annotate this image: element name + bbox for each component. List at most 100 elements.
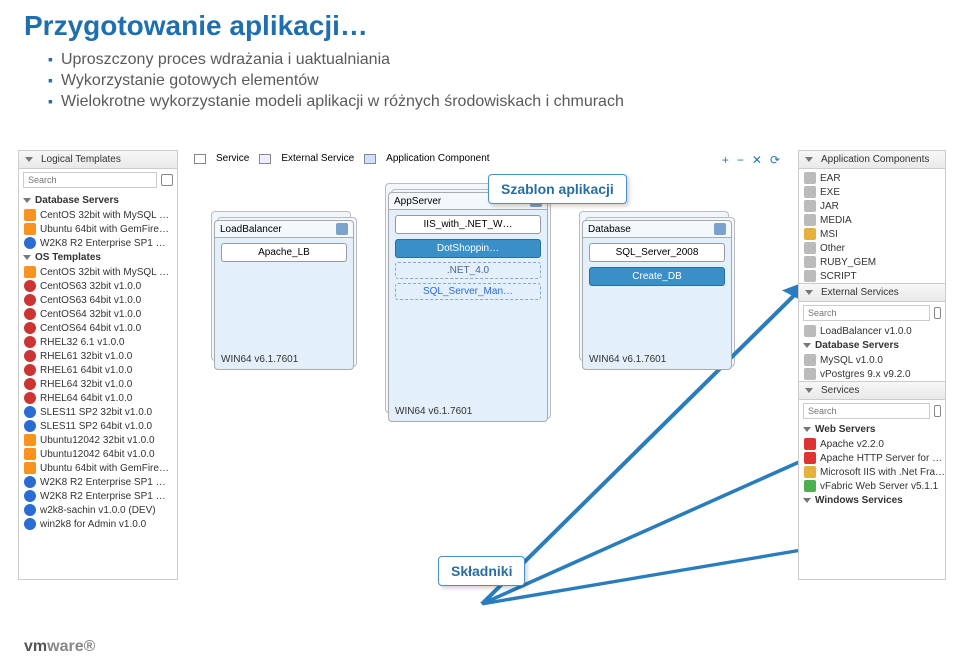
component-sqlman[interactable]: SQL_Server_Man… [395, 283, 541, 300]
panel-header-services[interactable]: Services [799, 381, 945, 400]
template-item[interactable]: W2K8 R2 Enterprise SP1 … [19, 475, 177, 489]
service-item[interactable]: LoadBalancer v1.0.0 [799, 324, 945, 338]
search-input[interactable] [803, 403, 930, 419]
service-item[interactable]: Microsoft IIS with .Net Fra… [799, 465, 945, 479]
service-sqlserver[interactable]: SQL_Server_2008 [589, 243, 725, 262]
chevron-down-icon [805, 157, 813, 162]
search-bar [19, 169, 177, 191]
chevron-down-icon [803, 498, 811, 503]
vm-title-label: AppServer [394, 196, 441, 207]
refresh-icon[interactable] [934, 405, 941, 417]
vm-appserver[interactable]: AppServer IIS_with_.NET_W… DotShoppin… .… [388, 192, 548, 422]
close-button[interactable]: ✕ [752, 153, 762, 167]
bullet-item: Wykorzystanie gotowych elementów [48, 72, 936, 90]
template-item[interactable]: SLES11 SP2 64bit v1.0.0 [19, 419, 177, 433]
component-item[interactable]: RUBY_GEM [799, 255, 945, 269]
search-input[interactable] [803, 305, 930, 321]
component-dotshopping[interactable]: DotShoppin… [395, 239, 541, 258]
chevron-down-icon [23, 198, 31, 203]
template-item[interactable]: CentOS63 64bit v1.0.0 [19, 293, 177, 307]
template-item[interactable]: SLES11 SP2 32bit v1.0.0 [19, 405, 177, 419]
template-item[interactable]: CentOS 32bit with MySQL … [19, 208, 177, 222]
component-item[interactable]: EXE [799, 185, 945, 199]
panel-header[interactable]: Logical Templates [19, 151, 177, 169]
template-item[interactable]: win2k8 for Admin v1.0.0 [19, 517, 177, 531]
vm-os-label: WIN64 v6.1.7601 [589, 354, 725, 365]
template-item[interactable]: RHEL64 64bit v1.0.0 [19, 391, 177, 405]
template-item[interactable]: W2K8 R2 Enterprise SP1 … [19, 489, 177, 503]
component-dotnet[interactable]: .NET_4.0 [395, 262, 541, 279]
vm-database[interactable]: Database SQL_Server_2008 Create_DB WIN64… [582, 220, 732, 370]
legend-swatch-external [259, 154, 271, 164]
chevron-down-icon [805, 290, 813, 295]
panel-header[interactable]: Application Components [799, 151, 945, 169]
vm-loadbalancer[interactable]: LoadBalancer Apache_LB WIN64 v6.1.7601 [214, 220, 354, 370]
service-iis[interactable]: IIS_with_.NET_W… [395, 215, 541, 234]
page-title: Przygotowanie aplikacji… [0, 0, 960, 46]
legend: Service External Service Application Com… [188, 150, 496, 167]
component-item[interactable]: MEDIA [799, 213, 945, 227]
component-item[interactable]: Other [799, 241, 945, 255]
section-web-servers[interactable]: Web Servers [799, 422, 945, 437]
legend-swatch-component [364, 154, 376, 164]
template-item[interactable]: CentOS63 32bit v1.0.0 [19, 279, 177, 293]
section-windows-services[interactable]: Windows Services [799, 493, 945, 508]
reset-button[interactable]: ⟳ [770, 153, 780, 167]
section-db-servers[interactable]: Database Servers [799, 338, 945, 353]
refresh-icon[interactable] [934, 307, 941, 319]
refresh-icon[interactable] [161, 174, 173, 186]
canvas-toolbar: + − ✕ ⟳ [722, 153, 780, 167]
template-item[interactable]: Ubuntu12042 32bit v1.0.0 [19, 433, 177, 447]
template-item[interactable]: Ubuntu12042 64bit v1.0.0 [19, 447, 177, 461]
vm-os-label: WIN64 v6.1.7601 [221, 354, 347, 365]
template-item[interactable]: W2K8 R2 Enterprise SP1 … [19, 236, 177, 250]
server-icon [714, 223, 726, 235]
template-item[interactable]: CentOS64 64bit v1.0.0 [19, 321, 177, 335]
panel-header-external[interactable]: External Services [799, 283, 945, 302]
service-item[interactable]: MySQL v1.0.0 [799, 353, 945, 367]
section-database-servers[interactable]: Database Servers [19, 193, 177, 208]
template-item[interactable]: RHEL64 32bit v1.0.0 [19, 377, 177, 391]
chevron-down-icon [803, 343, 811, 348]
template-item[interactable]: RHEL61 64bit v1.0.0 [19, 363, 177, 377]
legend-swatch-service [194, 154, 206, 164]
bullet-item: Wielokrotne wykorzystanie modeli aplikac… [48, 93, 936, 111]
section-os-templates[interactable]: OS Templates [19, 250, 177, 265]
service-apache-lb[interactable]: Apache_LB [221, 243, 347, 262]
chevron-down-icon [25, 157, 33, 162]
vm-title-label: LoadBalancer [220, 224, 282, 235]
bullet-list: Uproszczony proces wdrażania i uaktualni… [0, 46, 960, 120]
template-item[interactable]: RHEL61 32bit v1.0.0 [19, 349, 177, 363]
callout-components: Składniki [438, 556, 525, 586]
vm-title-label: Database [588, 224, 631, 235]
service-item[interactable]: Apache HTTP Server for … [799, 451, 945, 465]
chevron-down-icon [805, 388, 813, 393]
template-item[interactable]: CentOS 32bit with MySQL … [19, 265, 177, 279]
template-item[interactable]: CentOS64 32bit v1.0.0 [19, 307, 177, 321]
chevron-down-icon [803, 427, 811, 432]
bullet-item: Uproszczony proces wdrażania i uaktualni… [48, 51, 936, 69]
search-bar [799, 400, 945, 422]
template-item[interactable]: RHEL32 6.1 v1.0.0 [19, 335, 177, 349]
component-item[interactable]: MSI [799, 227, 945, 241]
template-item[interactable]: Ubuntu 64bit with GemFire… [19, 222, 177, 236]
service-item[interactable]: vFabric Web Server v5.1.1 [799, 479, 945, 493]
component-create-db[interactable]: Create_DB [589, 267, 725, 286]
zoom-out-button[interactable]: − [737, 153, 744, 167]
component-item[interactable]: JAR [799, 199, 945, 213]
application-designer: Logical Templates Database Servers CentO… [18, 150, 946, 626]
service-item[interactable]: Apache v2.2.0 [799, 437, 945, 451]
service-item[interactable]: vPostgres 9.x v9.2.0 [799, 367, 945, 381]
vmware-logo: vmware® [24, 638, 95, 656]
template-item[interactable]: w2k8-sachin v1.0.0 (DEV) [19, 503, 177, 517]
components-panel: Application Components EAR EXE JAR MEDIA… [798, 150, 946, 580]
vm-os-label: WIN64 v6.1.7601 [395, 406, 541, 417]
design-canvas[interactable]: Service External Service Application Com… [188, 150, 788, 580]
chevron-down-icon [23, 255, 31, 260]
template-item[interactable]: Ubuntu 64bit with GemFire… [19, 461, 177, 475]
server-icon [336, 223, 348, 235]
zoom-in-button[interactable]: + [722, 153, 729, 167]
component-item[interactable]: SCRIPT [799, 269, 945, 283]
component-item[interactable]: EAR [799, 171, 945, 185]
search-input[interactable] [23, 172, 157, 188]
